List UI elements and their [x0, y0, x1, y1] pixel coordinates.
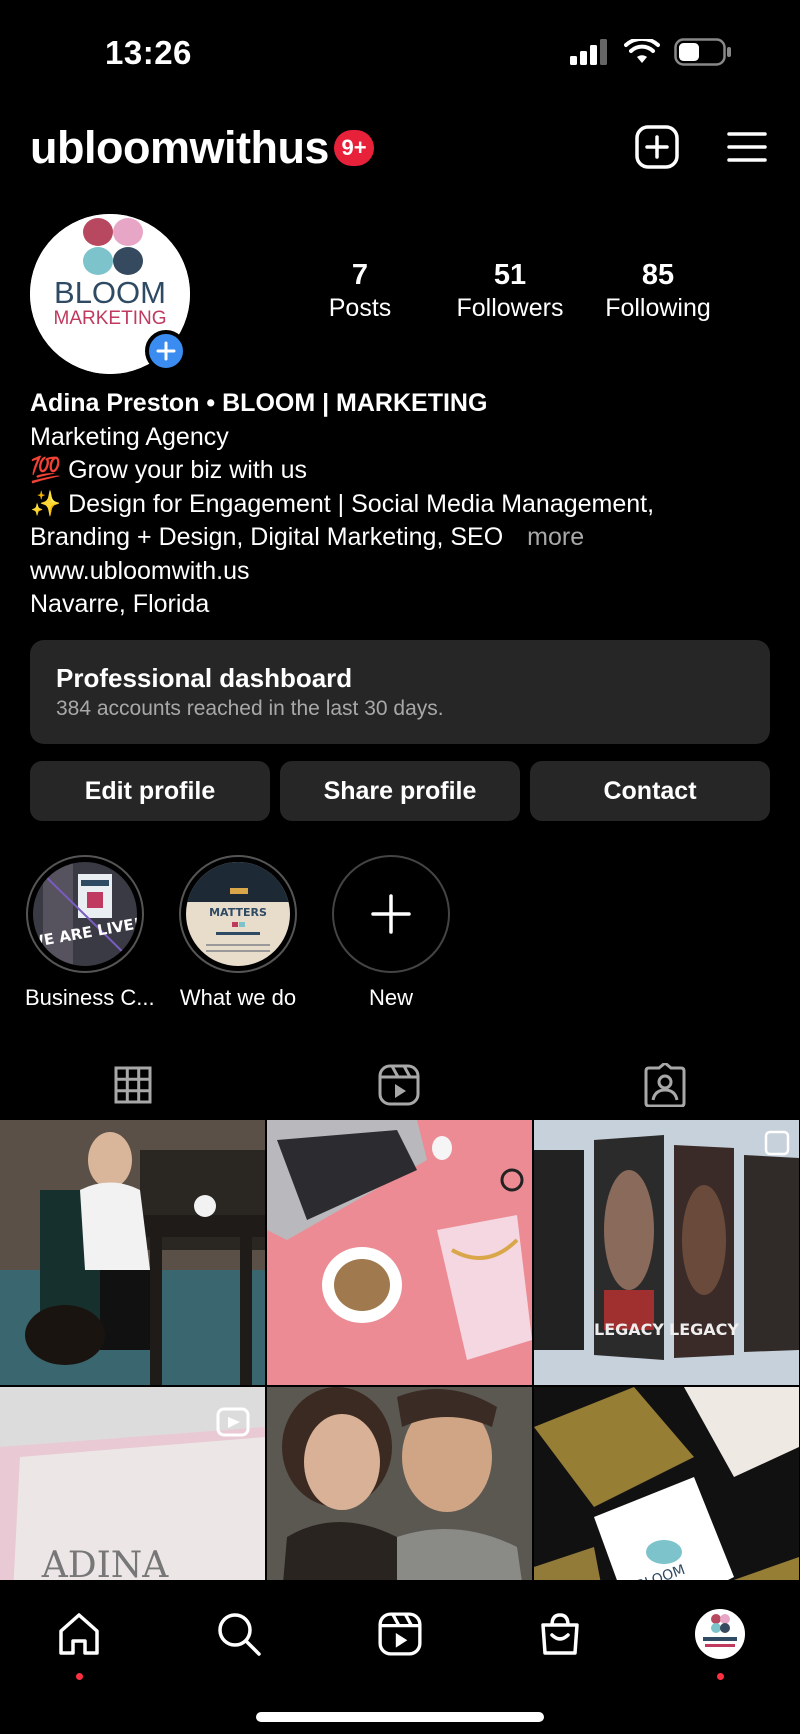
- profile-bio: Adina Preston • BLOOM | MARKETING Market…: [30, 387, 750, 622]
- plus-icon: [371, 894, 411, 934]
- grid-icon: [114, 1066, 152, 1104]
- nav-profile[interactable]: [688, 1602, 752, 1680]
- post-thumbnail: ADINA: [0, 1387, 265, 1580]
- svg-text:LEGACY: LEGACY: [594, 1320, 664, 1339]
- posts-label: Posts: [328, 294, 392, 322]
- dashboard-title: Professional dashboard: [56, 663, 353, 693]
- svg-text:ADINA: ADINA: [41, 1545, 170, 1580]
- create-post-icon[interactable]: [634, 124, 680, 170]
- tab-tagged[interactable]: [532, 1050, 798, 1120]
- svg-text:BLOOM: BLOOM: [54, 275, 166, 310]
- plus-icon: [156, 341, 176, 361]
- home-indicator[interactable]: [256, 1712, 544, 1722]
- highlight-cover: WE ARE LIVE!: [33, 862, 137, 966]
- home-activity-dot: [76, 1673, 83, 1680]
- highlight-label: Business C...: [25, 985, 155, 1010]
- grid-post-1[interactable]: [0, 1120, 265, 1385]
- content-tabs: [0, 1050, 800, 1120]
- bloom-logo-small: [703, 1614, 737, 1647]
- nav-home[interactable]: [47, 1602, 111, 1680]
- hamburger-menu-icon[interactable]: [724, 124, 770, 170]
- svg-text:MARKETING: MARKETING: [54, 308, 167, 329]
- following-stat[interactable]: 85 Following: [596, 258, 720, 324]
- display-name: Adina Preston • BLOOM | MARKETING: [30, 389, 488, 417]
- following-label: Following: [605, 294, 711, 322]
- status-icons: [570, 38, 732, 66]
- nav-shop[interactable]: [528, 1602, 592, 1666]
- post-thumbnail: [267, 1387, 532, 1580]
- highlight-label: New: [368, 985, 413, 1010]
- grid-post-2[interactable]: [267, 1120, 532, 1385]
- home-icon: [59, 1613, 99, 1655]
- contact-button[interactable]: Contact: [530, 761, 770, 821]
- shopping-bag-icon: [541, 1613, 579, 1655]
- highlight-what-we-do[interactable]: MATTERS What we do: [178, 855, 298, 1011]
- followers-label: Followers: [456, 294, 564, 322]
- post-thumbnail: [0, 1120, 265, 1385]
- reels-icon: [378, 1612, 422, 1656]
- posts-count: 7: [351, 259, 369, 291]
- post-thumbnail: BLOOM: [534, 1387, 799, 1580]
- nav-reels[interactable]: [368, 1602, 432, 1666]
- posts-stat[interactable]: 7 Posts: [320, 258, 400, 324]
- highlight-ring: WE ARE LIVE!: [26, 855, 144, 973]
- bio-line-2: ✨ Design for Engagement | Social Media M…: [30, 489, 655, 518]
- battery-icon: [674, 38, 731, 66]
- grid-post-6[interactable]: BLOOM: [534, 1387, 799, 1580]
- highlight-cover: MATTERS: [186, 862, 290, 966]
- website-link[interactable]: www.ubloomwith.us: [30, 555, 750, 589]
- dashboard-subtitle: 384 accounts reached in the last 30 days…: [56, 697, 444, 720]
- cellular-signal-icon: [570, 39, 607, 65]
- posts-grid: LEGACY LEGACY ADINA BLOOM: [0, 1120, 800, 1580]
- bio-line-3: Branding + Design, Digital Marketing, SE…: [30, 523, 504, 551]
- nav-search[interactable]: [207, 1602, 271, 1666]
- tab-reels[interactable]: [266, 1050, 532, 1120]
- bio-line-3-row: Branding + Design, Digital Marketing, SE…: [30, 521, 750, 555]
- highlight-ring: MATTERS: [179, 855, 297, 973]
- status-time: 13:26: [105, 34, 192, 71]
- grid-post-5[interactable]: [267, 1387, 532, 1580]
- svg-text:LEGACY: LEGACY: [669, 1320, 739, 1339]
- grid-post-4[interactable]: ADINA: [0, 1387, 265, 1580]
- status-bar: 13:26: [0, 0, 800, 100]
- reels-icon: [378, 1064, 420, 1106]
- new-highlight-ring: [332, 855, 450, 973]
- highlight-business[interactable]: WE ARE LIVE! Business C...: [25, 855, 155, 1011]
- tagged-person-icon: [644, 1063, 686, 1107]
- followers-stat[interactable]: 51 Followers: [448, 258, 572, 324]
- profile-activity-dot: [717, 1673, 724, 1680]
- highlight-new[interactable]: New: [331, 855, 451, 1011]
- username-switcher[interactable]: ubloomwithus: [30, 122, 329, 174]
- grid-post-3[interactable]: LEGACY LEGACY: [534, 1120, 799, 1385]
- bio-more-link[interactable]: more: [527, 523, 584, 551]
- tab-posts-grid[interactable]: [0, 1050, 266, 1120]
- highlight-label: What we do: [179, 985, 297, 1010]
- post-thumbnail: [267, 1120, 532, 1385]
- nav-avatar: [695, 1609, 745, 1659]
- profile-header: ubloomwithus 9+: [0, 112, 800, 182]
- following-count: 85: [641, 259, 675, 291]
- edit-profile-button[interactable]: Edit profile: [30, 761, 270, 821]
- professional-dashboard[interactable]: Professional dashboard 384 accounts reac…: [30, 640, 770, 744]
- followers-count: 51: [493, 259, 527, 291]
- wifi-icon: [624, 39, 660, 63]
- bio-line-1: 💯 Grow your biz with us: [30, 456, 308, 484]
- category-label: Marketing Agency: [30, 422, 229, 451]
- location-text: Navarre, Florida: [30, 590, 210, 618]
- share-profile-button[interactable]: Share profile: [280, 761, 520, 821]
- svg-text:MATTERS: MATTERS: [209, 906, 267, 919]
- bottom-tab-bar: [0, 1580, 800, 1734]
- add-story-button[interactable]: [145, 330, 187, 372]
- notification-badge[interactable]: 9+: [334, 130, 374, 166]
- post-thumbnail: LEGACY LEGACY: [534, 1120, 799, 1385]
- search-icon: [218, 1613, 261, 1656]
